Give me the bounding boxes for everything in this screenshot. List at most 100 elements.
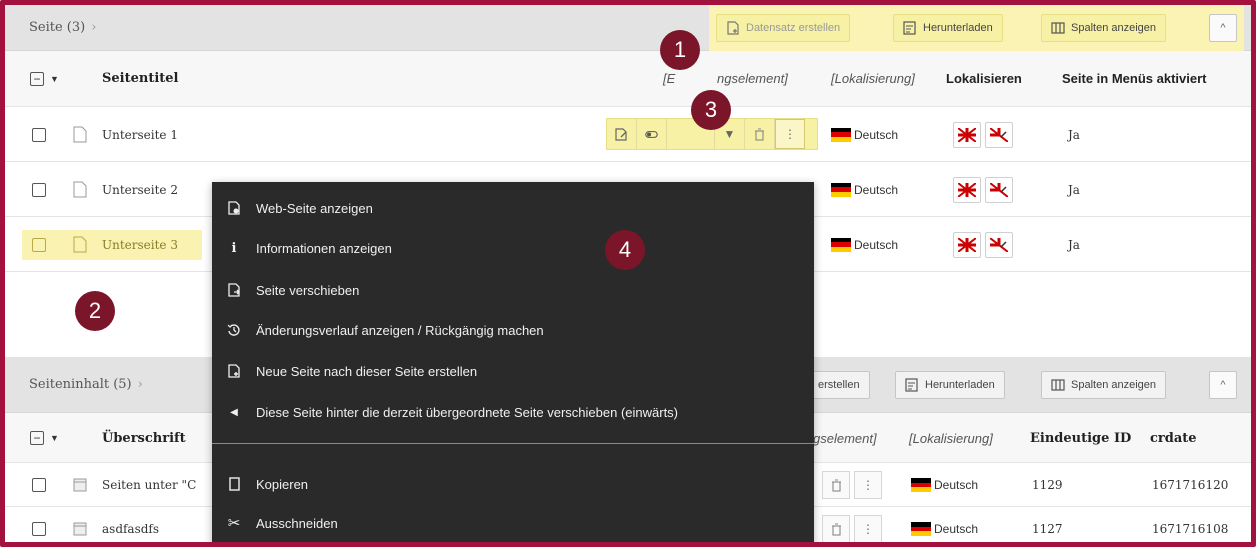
create-record-button[interactable]: Datensatz erstellen (716, 14, 851, 42)
language-cell: Deutsch (831, 107, 898, 162)
language-label: Deutsch (854, 182, 899, 197)
menu-item-move-page[interactable]: Seite verschieben (212, 270, 814, 310)
more-options-icon[interactable]: ⋮ (854, 471, 882, 499)
delete-icon[interactable] (822, 471, 850, 499)
menu-item-view-page[interactable]: Web-Seite anzeigen (212, 188, 814, 228)
german-flag-icon (911, 478, 931, 493)
row-title[interactable]: asdfasdfs (102, 507, 159, 542)
column-header-crdate[interactable]: crdate (1150, 413, 1197, 463)
view-page-icon (226, 200, 242, 216)
page-icon (73, 217, 87, 272)
more-options-icon[interactable]: ⋮ (854, 515, 882, 542)
row-title[interactable]: Unterseite 3 (102, 217, 178, 272)
column-header-element[interactable]: ngselement] (717, 51, 788, 106)
menu-item-label: Informationen anzeigen (256, 240, 392, 256)
row-checkbox[interactable] (32, 217, 46, 272)
download-button[interactable]: Herunterladen (893, 14, 1003, 42)
column-header-localization[interactable]: [Lokalisierung] (831, 51, 915, 106)
chevron-up-icon: ^ (1220, 379, 1226, 391)
row-title[interactable]: Unterseite 1 (102, 107, 178, 162)
german-flag-icon (831, 182, 851, 197)
column-header-element[interactable]: gselement] (813, 413, 877, 463)
menu-item-label: Seite verschieben (256, 282, 360, 298)
screenshot-frame: Seite (3) › Datensatz erstellen Herunterl… (0, 0, 1256, 547)
minus-checkbox-icon: − (30, 71, 44, 86)
download-label: Herunterladen (923, 22, 993, 34)
chevron-right-icon: › (91, 20, 97, 35)
menu-active-cell: Ja (1068, 237, 1080, 252)
german-flag-icon (831, 127, 851, 142)
toggle-icon[interactable] (637, 119, 667, 149)
menu-active-cell: Ja (1068, 127, 1080, 142)
minus-checkbox-icon: − (30, 431, 44, 445)
menu-divider (212, 443, 814, 444)
edit-icon[interactable] (607, 119, 637, 149)
language-label: Deutsch (854, 237, 899, 252)
menu-active-cell: Ja (1068, 182, 1080, 197)
row-checkbox[interactable] (32, 463, 46, 507)
panel-title-content[interactable]: Seiteninhalt (5) › (29, 377, 143, 392)
delete-icon[interactable] (745, 119, 775, 149)
uk-flag-icon[interactable] (953, 231, 981, 258)
column-header-localization[interactable]: [Lokalisierung] (909, 413, 993, 463)
panel-title-pages[interactable]: Seite (3) › (29, 20, 96, 35)
language-label: Deutsch (854, 127, 899, 142)
uk-flag-edit-icon[interactable] (985, 231, 1013, 258)
language-label: Deutsch (934, 522, 979, 536)
collapse-button[interactable]: ^ (1209, 371, 1237, 399)
column-header-title[interactable]: Überschrift (102, 413, 186, 463)
collapse-button[interactable]: ^ (1209, 14, 1237, 42)
table-row[interactable]: Unterseite 1 ▼ ⋮ Deutsch Ja (5, 107, 1251, 162)
uid-cell: 1129 (1032, 478, 1063, 492)
row-title[interactable]: Seiten unter "C (102, 463, 196, 507)
context-menu: Web-Seite anzeigen i Informationen anzei… (212, 182, 814, 542)
select-all-control[interactable]: − ▼ (30, 51, 59, 106)
menu-item-move-inward[interactable]: ◀ Diese Seite hinter die derzeit übergeo… (212, 392, 814, 432)
annotation-badge-4: 4 (605, 230, 645, 270)
row-action-buttons: ⋮ (822, 471, 882, 499)
menu-item-new-page[interactable]: Neue Seite nach dieser Seite erstellen (212, 351, 814, 391)
menu-item-copy[interactable]: Kopieren (212, 464, 814, 504)
column-header-localize[interactable]: Lokalisieren (946, 51, 1022, 106)
column-header-title[interactable]: Seitentitel (102, 51, 178, 106)
panel-header-pages: Seite (3) › Datensatz erstellen Herunterl… (5, 5, 1251, 51)
uk-flag-edit-icon[interactable] (985, 121, 1013, 148)
move-page-icon (226, 282, 242, 298)
more-options-icon[interactable]: ⋮ (775, 119, 805, 149)
uk-flag-icon[interactable] (953, 121, 981, 148)
menu-item-label: Änderungsverlauf anzeigen / Rückgängig m… (256, 322, 544, 338)
panel-title-text: Seiteninhalt (5) (29, 377, 132, 392)
columns-icon (1051, 21, 1065, 35)
row-title[interactable]: Unterseite 2 (102, 162, 178, 217)
delete-icon[interactable] (822, 515, 850, 542)
row-checkbox[interactable] (32, 107, 46, 162)
language-cell: Deutsch (831, 162, 898, 217)
menu-item-cut[interactable]: ✂ Ausschneiden (212, 503, 814, 542)
info-icon: i (231, 240, 237, 256)
menu-item-history[interactable]: Änderungsverlauf anzeigen / Rückgängig m… (212, 310, 814, 350)
caret-down-icon: ▼ (50, 73, 59, 84)
uk-flag-icon[interactable] (953, 176, 981, 203)
new-page-icon (226, 363, 242, 379)
menu-item-info[interactable]: i Informationen anzeigen (212, 228, 814, 268)
uk-flag-edit-icon[interactable] (985, 176, 1013, 203)
language-cell: Deutsch (911, 507, 979, 542)
row-checkbox[interactable] (32, 162, 46, 217)
language-label: Deutsch (934, 478, 979, 492)
download-icon (905, 378, 919, 392)
column-header-uid[interactable]: Eindeutige ID (1030, 413, 1131, 463)
annotation-badge-3: 3 (691, 90, 731, 130)
chevron-right-icon: › (137, 377, 143, 392)
select-all-control[interactable]: − ▼ (30, 413, 59, 463)
show-columns-button[interactable]: Spalten anzeigen (1041, 371, 1167, 399)
row-checkbox[interactable] (32, 507, 46, 542)
menu-item-label: Neue Seite nach dieser Seite erstellen (256, 363, 478, 379)
download-button[interactable]: Herunterladen (895, 371, 1005, 399)
download-icon (903, 21, 917, 35)
show-columns-button[interactable]: Spalten anzeigen (1041, 14, 1167, 42)
page-icon (73, 162, 87, 217)
create-record-button[interactable]: erstellen (809, 371, 870, 399)
language-cell: Deutsch (831, 217, 898, 272)
column-header-menu-active[interactable]: Seite in Menüs aktiviert (1062, 51, 1207, 106)
content-icon (73, 463, 87, 507)
